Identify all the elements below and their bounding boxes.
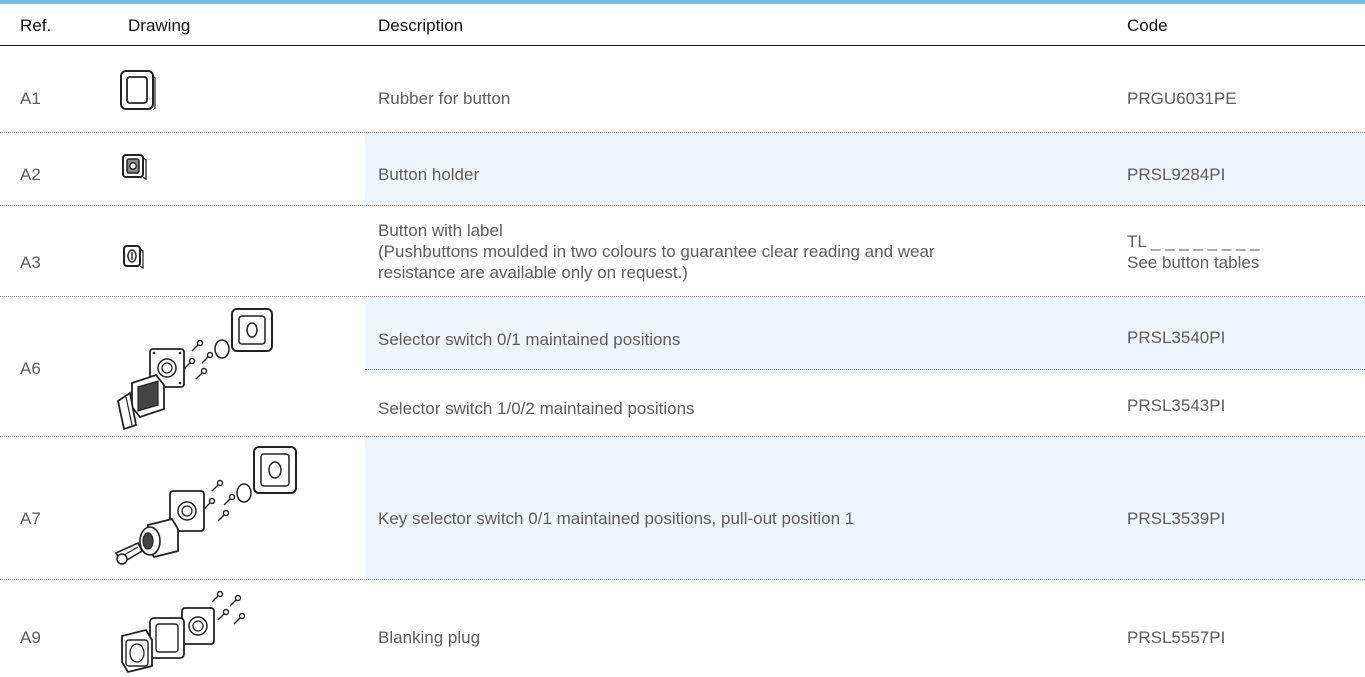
row-description: Selector switch 0/1 maintained positions [378,330,681,349]
key-selector-exploded-icon [112,443,308,573]
row-description: Key selector switch 0/1 maintained posit… [378,509,855,528]
row-code-line-1: TL _ _ _ _ _ _ _ _ [1127,232,1260,251]
header-drawing: Drawing [128,16,191,35]
row-ref: A9 [20,628,41,647]
row-code: PRSL3539PI [1127,509,1226,528]
header-code: Code [1127,16,1168,35]
row-code: PRGU6031PE [1127,89,1237,108]
table-row: A3 Button with label (Pushbuttons moulde… [0,206,1365,295]
label-button-icon [121,243,145,271]
selector-switch-exploded-icon [112,305,290,431]
table-row: A1 Rubber for button PRGU6031PE [0,47,1365,131]
row-subdivider [365,369,1365,370]
row-code: PRSL3540PI [1127,328,1226,347]
button-holder-icon [120,152,148,182]
row-code: PRSL3543PI [1127,396,1226,415]
row-description: Button holder [378,165,480,184]
blanking-plug-exploded-icon [116,588,256,676]
row-description-line-1: Button with label [378,221,503,240]
table-row: A6 Selector switch 0/1 maintained positi… [0,297,1365,435]
row-ref: A2 [20,165,41,184]
row-description: Rubber for button [378,89,511,108]
table-header: Ref. Drawing Description Code [0,4,1365,46]
row-code: PRSL9284PI [1127,165,1226,184]
table-row: A7 Key selector switch 0/1 maintained po… [0,437,1365,578]
table-row: A2 Button holder PRSL9284PI [0,133,1365,205]
row-ref: A3 [20,253,41,272]
table-row: A9 Blanking plug PRSL5557PI [0,580,1365,677]
row-ref: A1 [20,89,41,108]
row-code-line-2: See button tables [1127,253,1260,272]
row-description: Selector switch 1/0/2 maintained positio… [378,399,695,418]
header-ref: Ref. [20,16,52,35]
row-description-line-2: (Pushbuttons moulded in two colours to g… [378,242,935,261]
rubber-gasket-icon [118,68,158,112]
header-description: Description [378,16,464,35]
row-description: Blanking plug [378,628,481,647]
row-code: PRSL5557PI [1127,628,1226,647]
row-ref: A7 [20,509,41,528]
row-description-line-3: resistance are available only on request… [378,263,688,282]
row-ref: A6 [20,359,41,378]
